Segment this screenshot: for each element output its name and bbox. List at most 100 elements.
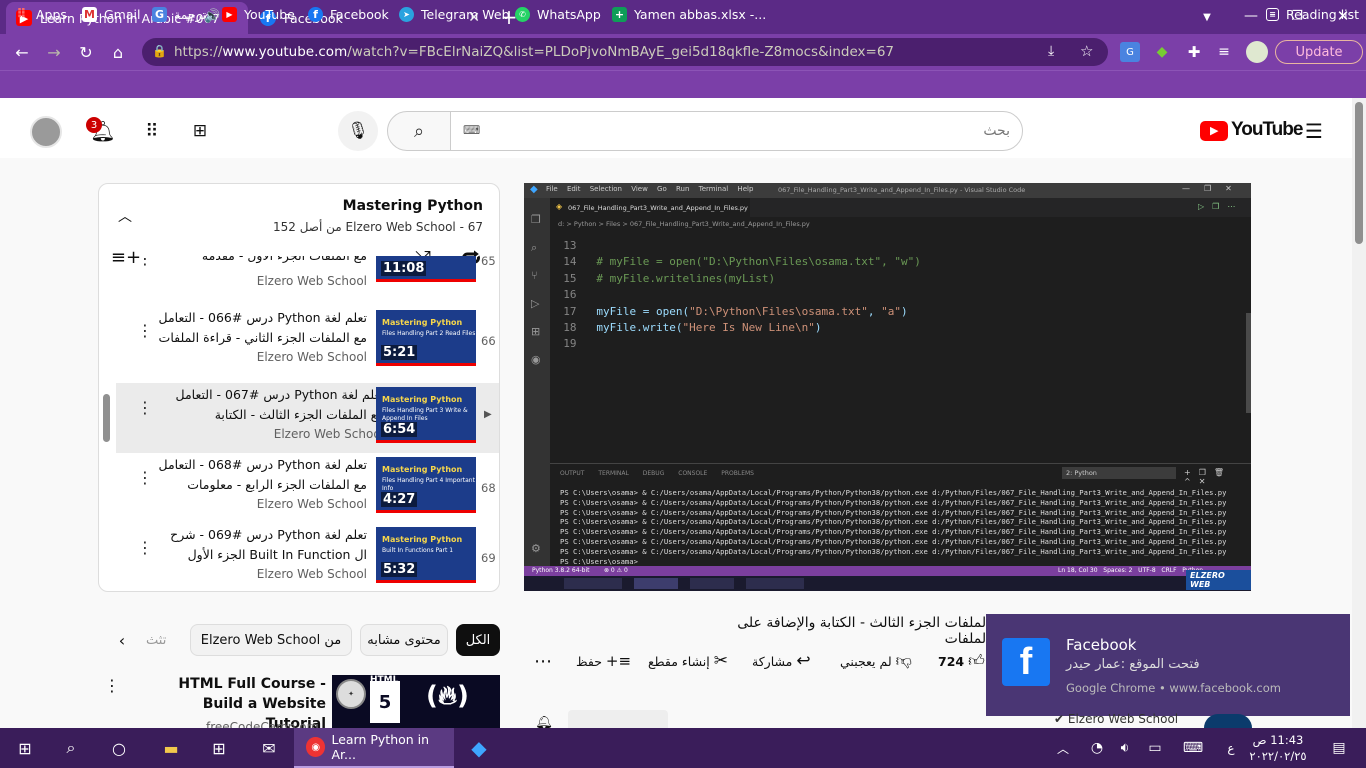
code-line: 16	[550, 288, 597, 302]
forward-icon[interactable]: →	[40, 38, 68, 66]
video-player[interactable]: ◆ File Edit Selection View Go Run Termin…	[524, 183, 1251, 591]
video-thumbnail: Mastering Python Built In Functions Part …	[376, 527, 476, 583]
clip-button[interactable]: ✂ إنشاء مقطع	[648, 650, 728, 672]
channel-avatar[interactable]	[1204, 714, 1252, 728]
translate-extension-icon[interactable]: G	[1120, 42, 1140, 62]
vscode-activity-bar: ❐ ⌕ ⑂ ▷ ⊞ ◉ ⚙	[524, 198, 550, 566]
search-button[interactable]: ⌕	[387, 111, 451, 151]
chips-scroll-left-icon[interactable]: ‹	[112, 630, 132, 650]
create-video-icon[interactable]: ⊞	[188, 119, 212, 143]
taskbar-clock[interactable]: 11:43 ص ٢٠٢٢/٠٢/٢٥	[1246, 732, 1310, 764]
playlist-item[interactable]: تعلم لغة Python درس #069 - شرح ال Built …	[99, 523, 499, 591]
more-actions-button[interactable]: ⋯	[534, 650, 552, 672]
media-control-icon[interactable]: ≡	[1214, 42, 1234, 62]
suggested-thumbnail[interactable]: ✦ 5 HTML (🔥︎)	[332, 675, 500, 728]
html5-logo-icon: 5	[370, 681, 400, 723]
telegram-icon: ➤	[399, 6, 414, 22]
profile-avatar[interactable]	[1246, 41, 1268, 63]
file-explorer-icon[interactable]: ▬	[148, 728, 194, 768]
keyboard-icon[interactable]: ⌨	[1170, 728, 1216, 768]
minimize-button[interactable]: —	[1236, 4, 1266, 28]
playlist-item[interactable]: تعلم لغة Python درس #066 - التعامل مع ال…	[99, 306, 499, 376]
more-options-icon[interactable]: ⋮	[137, 323, 153, 339]
taskbar-chrome-button[interactable]: ◉ Learn Python in Ar...	[294, 728, 454, 768]
more-options-icon[interactable]: ⋮	[104, 676, 120, 695]
dislike-button[interactable]: 👎︎ لم يعجبني	[840, 650, 912, 672]
subscribe-bell-icon[interactable]: 🔔︎	[534, 716, 554, 728]
puzzle-icon[interactable]: ✚	[1184, 42, 1204, 62]
menu-hamburger-icon[interactable]: ☰	[1302, 119, 1326, 143]
code-line: 14 # myFile = open("D:\Python\Files\osam…	[550, 255, 921, 269]
bookmark-whatsapp[interactable]: ✆ WhatsApp	[515, 5, 601, 23]
home-icon[interactable]: ⌂	[104, 38, 132, 66]
bookmark-sheet[interactable]: + Yamen abbas.xlsx -...	[612, 5, 766, 23]
subscribed-button[interactable]	[568, 710, 668, 728]
scrollbar-thumb[interactable]	[1355, 102, 1363, 244]
vscode-taskbar-icon[interactable]: ◆	[456, 728, 502, 768]
bookmark-gmail[interactable]: M Gmail	[82, 5, 140, 23]
terminal-line: PS C:\Users\osama> & C:/Users/osama/AppD…	[560, 537, 1227, 546]
address-bar[interactable]: 🔒 https://www.youtube.com/watch?v=FBcElr…	[142, 38, 1108, 66]
bookmark-telegram[interactable]: ➤ Telegram Web	[399, 5, 510, 23]
suggested-channel[interactable]: freeCodeCamp.org	[206, 720, 319, 728]
more-horizontal-icon: ⋯	[534, 650, 552, 672]
apps-grid-icon[interactable]: ⠿	[140, 119, 164, 143]
back-icon[interactable]: ←	[8, 38, 36, 66]
vscode-run-controls: ▷❐⋯	[1198, 202, 1244, 211]
code-line: 13	[550, 239, 597, 252]
thumbs-up-icon: 👍︎	[968, 651, 985, 670]
share-button[interactable]: ↩ مشاركة	[752, 650, 811, 672]
playlist-item[interactable]: تعلم لغة Python درس #068 - التعامل مع ال…	[99, 453, 499, 523]
vscode-editor-tab: ◈ 067_File_Handling_Part3_Write_and_Appen…	[550, 198, 750, 217]
collapse-chevron-icon[interactable]: ︿	[115, 206, 135, 226]
like-button[interactable]: 👍︎ 724	[938, 650, 985, 672]
reading-list-button[interactable]: ≡ Reading list	[1266, 5, 1359, 23]
more-options-icon[interactable]: ⋮	[137, 540, 153, 556]
chip-partial[interactable]: تثث	[146, 624, 184, 656]
youtube-logo-icon[interactable]: ▶	[1200, 121, 1228, 141]
chip-all[interactable]: الكل	[456, 624, 500, 656]
tab-search-icon[interactable]: ▼	[1196, 8, 1218, 26]
reload-icon[interactable]: ↻	[72, 38, 100, 66]
channel-name[interactable]: ✔ Elzero Web School	[1054, 712, 1178, 728]
playlist-item[interactable]: مع الملفات الجزء الأول - مقدمة Elzero We…	[99, 256, 499, 306]
task-view-icon[interactable]: ○	[96, 728, 142, 768]
search-input[interactable]: ⌨ بحث	[450, 111, 1023, 151]
playlist-title[interactable]: Mastering Python	[343, 198, 483, 214]
playlist-item-current[interactable]: تعلم لغة Python درس #067 - التعامل مع ال…	[116, 383, 499, 453]
bookmark-apps[interactable]: ⠿ Apps	[14, 5, 67, 23]
chip-related[interactable]: محتوى مشابه	[360, 624, 448, 656]
install-icon[interactable]: ⤓	[1048, 43, 1054, 59]
terminal-select: 2: Python	[1062, 467, 1176, 479]
action-center-icon[interactable]: ▤	[1316, 728, 1362, 768]
speaker-icon[interactable]: 🔊	[204, 9, 220, 24]
mail-icon[interactable]: ✉	[246, 728, 292, 768]
playlist-scrollbar-thumb[interactable]	[103, 394, 110, 442]
keyboard-icon[interactable]: ⌨	[463, 123, 480, 137]
now-playing-icon: ▶	[484, 409, 492, 420]
more-options-icon[interactable]: ⋮	[137, 470, 153, 486]
store-icon[interactable]: ⊞	[196, 728, 242, 768]
vscode-minimap-scroll	[1246, 313, 1251, 413]
video-thumbnail: Mastering Python Files Handling Part 2 Re…	[376, 310, 476, 366]
chip-from-channel[interactable]: من Elzero Web School	[190, 624, 352, 656]
save-button[interactable]: ≡+ حفظ	[576, 650, 631, 672]
bookmark-youtube[interactable]: ▶ YouTube	[222, 5, 295, 23]
bookmark-translate[interactable]: G ترجمة	[152, 5, 206, 23]
user-avatar[interactable]	[30, 116, 62, 148]
windows-start-icon[interactable]: ⊞	[2, 728, 48, 768]
bookmark-facebook[interactable]: f Facebook	[308, 5, 389, 23]
bookmark-star-icon[interactable]: ☆	[1080, 42, 1093, 60]
more-options-icon[interactable]: ⋮	[137, 400, 153, 416]
update-button[interactable]: Update	[1275, 40, 1363, 64]
vscode-breadcrumb: d: > Python > Files > 067_File_Handling_…	[558, 220, 810, 228]
voice-search-button[interactable]: 🎙︎	[338, 111, 378, 151]
extension-icon[interactable]: ◆	[1152, 42, 1172, 62]
input-language[interactable]: ع	[1222, 738, 1240, 758]
translate-icon: G	[152, 6, 167, 22]
search-icon[interactable]: ⌕	[48, 728, 94, 768]
more-options-icon[interactable]: ⋮	[137, 256, 153, 267]
lock-icon: 🔒	[152, 44, 167, 58]
facebook-notification[interactable]: f Facebook فتحت الموقع :عمار حيدر Google…	[986, 614, 1350, 716]
gmail-icon: M	[82, 6, 97, 22]
